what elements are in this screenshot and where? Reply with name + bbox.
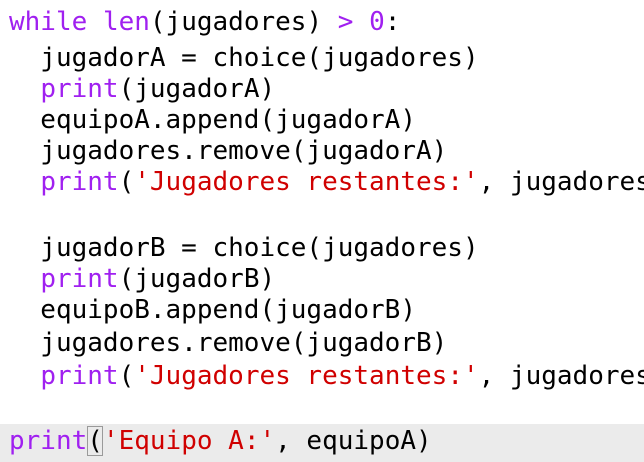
code-line-2[interactable]: jugadorA = choice(jugadores) <box>0 43 644 74</box>
code-text: (jugadorA) <box>118 74 276 104</box>
string-literal: 'Equipo A:' <box>102 426 276 456</box>
string-literal: 'Jugadores restantes:' <box>134 361 479 391</box>
builtin-len: len <box>102 7 150 37</box>
code-line-14-current[interactable]: print('Equipo A:', equipoA) <box>0 424 644 462</box>
matched-bracket: ( <box>87 426 103 456</box>
code-line-12[interactable]: print('Jugadores restantes:', jugadores) <box>0 361 644 392</box>
operator-greater-than: > <box>337 7 354 37</box>
code-text: jugadores.remove(jugadorA) <box>9 136 448 166</box>
code-line-3[interactable]: print(jugadorA) <box>0 74 644 105</box>
code-text: jugadorA = choice(jugadores) <box>9 43 479 73</box>
code-text: : <box>384 7 401 37</box>
code-line-13[interactable] <box>0 392 644 423</box>
code-text: jugadorB = choice(jugadores) <box>9 233 479 263</box>
keyword-while: while <box>9 7 88 37</box>
code-text: , jugadores) <box>478 167 644 197</box>
code-line-9[interactable]: print(jugadorB) <box>0 264 644 295</box>
code-line-1[interactable]: while len(jugadores) > 0: <box>0 7 644 38</box>
code-line-11[interactable]: jugadores.remove(jugadorB) <box>0 328 644 359</box>
code-text: (jugadores) <box>149 7 338 37</box>
builtin-print: print <box>9 426 88 456</box>
code-text: ( <box>118 361 135 391</box>
code-text: (jugadorB) <box>118 264 276 294</box>
code-editor[interactable]: while len(jugadores) > 0: jugadorA = cho… <box>0 0 644 462</box>
code-text: equipoB.append(jugadorB) <box>9 295 416 325</box>
code-text: jugadores.remove(jugadorB) <box>9 328 448 358</box>
code-line-10[interactable]: equipoB.append(jugadorB) <box>0 295 644 326</box>
builtin-print: print <box>40 74 119 104</box>
code-line-7[interactable] <box>0 198 644 229</box>
builtin-print: print <box>40 361 119 391</box>
string-literal: 'Jugadores restantes:' <box>134 167 479 197</box>
builtin-print: print <box>40 167 119 197</box>
code-text: , equipoA) <box>275 426 432 456</box>
code-line-6[interactable]: print('Jugadores restantes:', jugadores) <box>0 167 644 198</box>
builtin-print: print <box>40 264 119 294</box>
code-text: ( <box>118 167 135 197</box>
code-line-8[interactable]: jugadorB = choice(jugadores) <box>0 233 644 264</box>
code-text: , jugadores) <box>478 361 644 391</box>
code-line-5[interactable]: jugadores.remove(jugadorA) <box>0 136 644 167</box>
code-text: equipoA.append(jugadorA) <box>9 105 416 135</box>
code-line-4[interactable]: equipoA.append(jugadorA) <box>0 105 644 136</box>
number-literal: 0 <box>369 7 385 37</box>
